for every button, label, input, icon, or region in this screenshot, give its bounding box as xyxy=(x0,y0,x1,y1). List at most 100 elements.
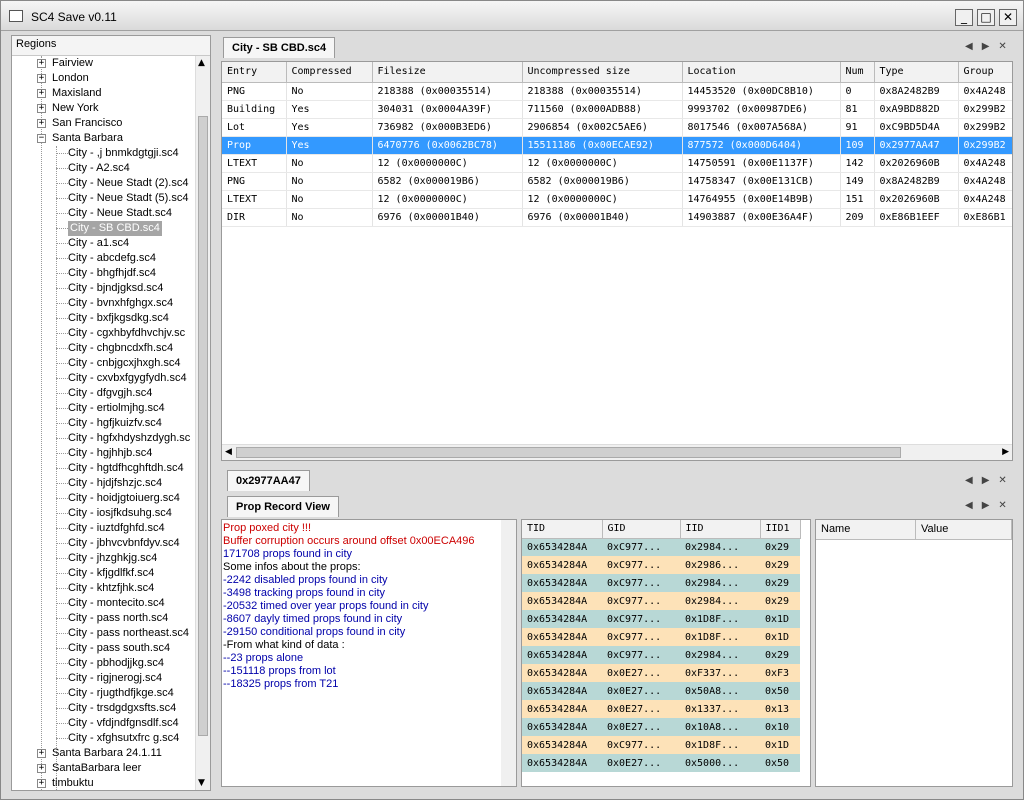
table-row[interactable]: 0x6534284A 0xC977... 0x2984... 0x29 xyxy=(522,574,800,592)
tree-item-region[interactable]: + London xyxy=(12,71,198,86)
expand-icon[interactable]: + xyxy=(37,119,46,128)
column-header[interactable]: Group xyxy=(958,62,1012,83)
tree-item-city[interactable]: City - rigjnerogj.sc4 xyxy=(12,671,198,686)
tree-item-region[interactable]: + timbuktu xyxy=(12,776,198,790)
table-row[interactable]: 0x6534284A 0xC977... 0x2984... 0x29 xyxy=(522,592,800,610)
table-row[interactable]: 0x6534284A 0xC977... 0x1D8F... 0x1D xyxy=(522,610,800,628)
expand-icon[interactable]: + xyxy=(37,59,46,68)
tree-item-city[interactable]: City - Neue Stadt (2).sc4 xyxy=(12,176,198,191)
tree-item-city[interactable]: City - Neue Stadt (5).sc4 xyxy=(12,191,198,206)
tree-item-region[interactable]: + Maxisland xyxy=(12,86,198,101)
next-tab-icon[interactable]: ▶ xyxy=(982,41,990,52)
column-header[interactable]: Entry xyxy=(222,62,287,83)
tree-item-city[interactable]: City - pass northeast.sc4 xyxy=(12,626,198,641)
table-row[interactable]: PNG No 6582 (0x000019B6) 6582 (0x000019B6) 1… xyxy=(222,172,1012,191)
expand-icon[interactable]: + xyxy=(37,104,46,113)
tree-item-city[interactable]: City - iuztdfghfd.sc4 xyxy=(12,521,198,536)
tree-item-city[interactable]: City - kfjgdlfkf.sc4 xyxy=(12,566,198,581)
tab-city-file[interactable]: City - SB CBD.sc4 xyxy=(223,37,336,58)
tree-item-city[interactable]: City - a1.sc4 xyxy=(12,236,198,251)
scroll-left-icon[interactable]: ◀ xyxy=(225,447,232,457)
tree-item-region[interactable]: + New York xyxy=(12,101,198,116)
expand-icon[interactable]: + xyxy=(37,764,46,773)
name-column-header[interactable]: Name xyxy=(816,520,916,540)
table-row[interactable]: 0x6534284A 0x0E27... 0x1337... 0x13 xyxy=(522,700,800,718)
tree-item-region[interactable]: + Santa Barbara 24.1.11 xyxy=(12,746,198,761)
prev-tab-icon[interactable]: ◀ xyxy=(965,41,973,52)
scroll-down-icon[interactable]: ▼ xyxy=(198,778,205,788)
tree-item-city[interactable]: City - bxfjkgsdkg.sc4 xyxy=(12,311,198,326)
prev-tab-icon[interactable]: ◀ xyxy=(965,475,973,486)
collapse-icon[interactable]: − xyxy=(37,134,46,143)
tree-item-city[interactable]: City - khtzfjhk.sc4 xyxy=(12,581,198,596)
column-header[interactable]: Location xyxy=(682,62,841,83)
tree-item-city[interactable]: City - trsdgdgxsfts.sc4 xyxy=(12,701,198,716)
table-row[interactable]: 0x6534284A 0xC977... 0x1D8F... 0x1D xyxy=(522,736,800,754)
tree-item-city[interactable]: City - bhgfhjdf.sc4 xyxy=(12,266,198,281)
tree-item-city[interactable]: City - jbhvcvbnfdyv.sc4 xyxy=(12,536,198,551)
close-tab-icon[interactable]: ✕ xyxy=(998,475,1006,486)
tree-item-city[interactable]: City - xfghsutxfrc g.sc4 xyxy=(12,731,198,746)
column-header[interactable]: GID xyxy=(602,520,681,539)
tree-item-city[interactable]: City - pbhodjjkg.sc4 xyxy=(12,656,198,671)
tree-item-city[interactable]: City - A2.sc4 xyxy=(12,161,198,176)
close-tab-icon[interactable]: ✕ xyxy=(998,500,1006,511)
tree-item-city[interactable]: City - hgtdfhcghftdh.sc4 xyxy=(12,461,198,476)
tree-item-city[interactable]: City - pass north.sc4 xyxy=(12,611,198,626)
tab-record-type[interactable]: 0x2977AA47 xyxy=(227,470,310,491)
expand-icon[interactable]: + xyxy=(37,779,46,788)
tree-item-city[interactable]: City - cnbjgcxjhxgh.sc4 xyxy=(12,356,198,371)
tree-item-region[interactable]: + SantaBarbara leer xyxy=(12,761,198,776)
table-row[interactable]: 0x6534284A 0x0E27... 0x50A8... 0x50 xyxy=(522,682,800,700)
tree-item-city[interactable]: City - hoidjgtoiuerg.sc4 xyxy=(12,491,198,506)
maximize-button[interactable]: □ xyxy=(977,9,995,26)
entries-hscrollbar[interactable]: ◀ ▶ xyxy=(222,444,1012,460)
tree-item-city[interactable]: City - montecito.sc4 xyxy=(12,596,198,611)
column-header[interactable]: Type xyxy=(874,62,959,83)
table-row[interactable]: Lot Yes 736982 (0x000B3ED6) 2906854 (0x002C… xyxy=(222,118,1012,137)
close-tab-icon[interactable]: ✕ xyxy=(998,41,1006,52)
tree-item-city[interactable]: City - Neue Stadt.sc4 xyxy=(12,206,198,221)
tree-item-city[interactable]: City - pass south.sc4 xyxy=(12,641,198,656)
scroll-up-icon[interactable]: ▲ xyxy=(198,58,205,68)
tree-item-city[interactable]: City - SB CBD.sc4 xyxy=(12,221,198,236)
table-row[interactable]: 0x6534284A 0xC977... 0x2984... 0x29 xyxy=(522,646,800,664)
tree-item-city[interactable]: City - bvnxhfghgx.sc4 xyxy=(12,296,198,311)
scroll-right-icon[interactable]: ▶ xyxy=(1002,447,1009,457)
tree-item-city[interactable]: City - hgfjkuizfv.sc4 xyxy=(12,416,198,431)
regions-scrollbar[interactable]: ▲ ▼ xyxy=(195,56,210,790)
tree-item-region[interactable]: + San Francisco xyxy=(12,116,198,131)
next-tab-icon[interactable]: ▶ xyxy=(982,475,990,486)
table-row[interactable]: 0x6534284A 0x0E27... 0x10A8... 0x10 xyxy=(522,718,800,736)
column-header[interactable]: Uncompressed size xyxy=(522,62,683,83)
log-scrollbar[interactable] xyxy=(501,520,516,786)
column-header[interactable]: Compressed xyxy=(286,62,373,83)
table-row[interactable]: LTEXT No 12 (0x0000000C) 12 (0x0000000C) 147… xyxy=(222,154,1012,173)
prev-tab-icon[interactable]: ◀ xyxy=(965,500,973,511)
tree-item-city[interactable]: City - chgbncdxfh.sc4 xyxy=(12,341,198,356)
tab-prop-record-view[interactable]: Prop Record View xyxy=(227,496,339,517)
expand-icon[interactable]: + xyxy=(37,89,46,98)
tree-item-city[interactable]: City - iosjfkdsuhg.sc4 xyxy=(12,506,198,521)
tree-item-city[interactable]: City - cgxhbyfdhvchjv.sc xyxy=(12,326,198,341)
tree-item-city[interactable]: City - ertiolmjhg.sc4 xyxy=(12,401,198,416)
tree-item-city[interactable]: City - hgfxhdyshzdygh.sc xyxy=(12,431,198,446)
tree-item-city[interactable]: City - bjndjgksd.sc4 xyxy=(12,281,198,296)
column-header[interactable]: Num xyxy=(840,62,875,83)
tree-item-city[interactable]: City - jhzghkjg.sc4 xyxy=(12,551,198,566)
tree-item-region[interactable]: + Fairview xyxy=(12,56,198,71)
tree-item-city[interactable]: City - ,j bnmkdgtgji.sc4 xyxy=(12,146,198,161)
table-row[interactable]: LTEXT No 12 (0x0000000C) 12 (0x0000000C) 147… xyxy=(222,190,1012,209)
table-row[interactable]: 0x6534284A 0x0E27... 0x5000... 0x50 xyxy=(522,754,800,772)
value-column-header[interactable]: Value xyxy=(916,520,1012,540)
table-row[interactable]: 0x6534284A 0xC977... 0x2984... 0x29 xyxy=(522,538,800,556)
expand-icon[interactable]: + xyxy=(37,74,46,83)
tree-item-city[interactable]: City - hjdjfshzjc.sc4 xyxy=(12,476,198,491)
table-row[interactable]: 0x6534284A 0xC977... 0x1D8F... 0x1D xyxy=(522,628,800,646)
minimize-button[interactable]: _ xyxy=(955,9,973,26)
scroll-thumb[interactable] xyxy=(198,116,208,736)
tree-item-city[interactable]: City - dfgvgjh.sc4 xyxy=(12,386,198,401)
column-header[interactable]: TID xyxy=(522,520,603,539)
expand-icon[interactable]: + xyxy=(37,749,46,758)
table-row[interactable]: 0x6534284A 0x0E27... 0xF337... 0xF3 xyxy=(522,664,800,682)
